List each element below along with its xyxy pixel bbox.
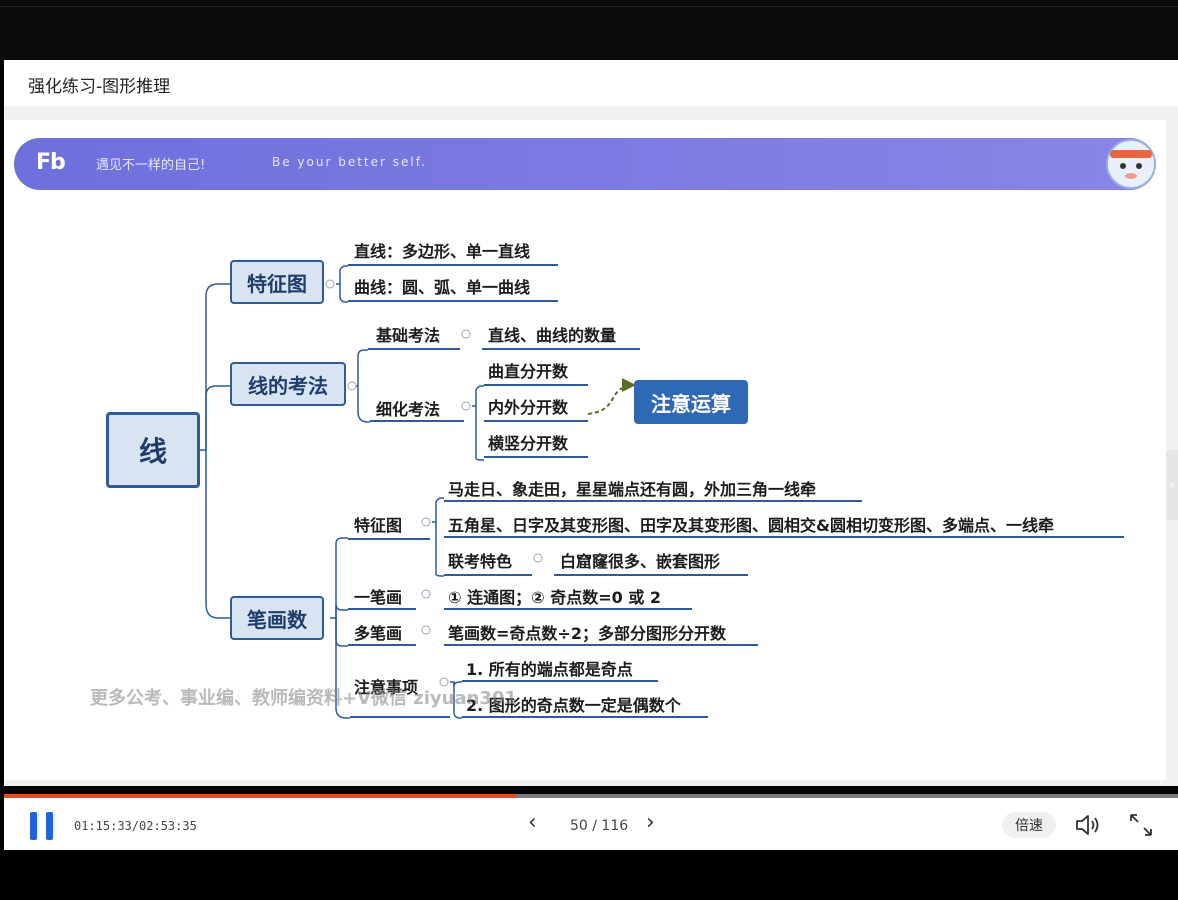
joint-exam-value: 白窟窿很多、嵌套图形 [560, 552, 721, 571]
branch-label: 特征图 [247, 271, 307, 296]
detail-method-label: 细化考法 [376, 400, 441, 419]
window-bottom-bar [0, 850, 1178, 900]
underline [348, 608, 416, 610]
page-indicator: 50 / 116 [570, 818, 629, 834]
underline [554, 574, 748, 576]
branch-label: 笔画数 [247, 607, 307, 632]
multi-stroke-label: 多笔画 [354, 624, 403, 643]
underline [444, 536, 1124, 538]
underline [444, 608, 692, 610]
underline [484, 384, 588, 386]
underline [444, 644, 758, 646]
next-page-button[interactable]: › [646, 810, 655, 835]
fullscreen-icon[interactable] [1128, 812, 1154, 838]
root-label: 线 [138, 435, 167, 468]
stroke-feature-item-1: 马走日、象走田，星星端点还有圆，外加三角一线牵 [448, 480, 817, 499]
basic-method-label: 基础考法 [376, 326, 441, 345]
underline [462, 716, 708, 718]
underline [350, 716, 450, 718]
player-controls: 01:15:33/02:53:35 ‹ 50 / 116 › 倍速 [4, 798, 1178, 850]
detail-item-curve-straight: 曲直分开数 [488, 362, 569, 381]
time-display: 01:15:33/02:53:35 [74, 819, 197, 833]
multi-stroke-value: 笔画数=奇点数÷2；多部分图形分开数 [448, 624, 726, 643]
pause-button[interactable] [30, 812, 56, 840]
branch-stroke-count: 笔画数 [230, 596, 324, 640]
pause-icon [30, 812, 37, 840]
speed-label: 倍速 [1015, 818, 1043, 834]
attention-item-1: 1. 所有的端点都是奇点 [466, 660, 633, 679]
note-callout: 注意运算 [634, 380, 748, 424]
prev-page-button[interactable]: ‹ [528, 810, 537, 835]
mindmap-root-node: 线 [106, 412, 200, 488]
underline [370, 420, 464, 422]
underline [484, 456, 588, 458]
underline [444, 574, 532, 576]
underline [348, 538, 430, 540]
note-label: 注意运算 [651, 391, 731, 416]
branch-label: 线的考法 [248, 373, 328, 398]
feature-curve-line: 曲线：圆、弧、单一曲线 [354, 278, 531, 297]
chevron-right-icon: › [1169, 477, 1175, 493]
watermark: 更多公考、事业编、教师编资料+V微信 ziyuan301 [90, 688, 518, 709]
underline [462, 680, 658, 682]
speed-button[interactable]: 倍速 [1002, 812, 1056, 838]
detail-item-inner-outer: 内外分开数 [488, 398, 569, 417]
underline [348, 300, 558, 302]
feature-straight-line: 直线：多边形、单一直线 [354, 242, 531, 261]
pause-icon-bar [46, 812, 53, 840]
branch-feature-graph: 特征图 [230, 260, 324, 304]
joint-exam-label: 联考特色 [448, 552, 513, 571]
volume-icon[interactable] [1074, 812, 1102, 838]
underline [444, 500, 862, 502]
stroke-feature-label: 特征图 [354, 516, 403, 535]
underline [482, 348, 640, 350]
underline [484, 420, 588, 422]
underline [348, 264, 558, 266]
stroke-feature-item-2: 五角星、日字及其变形图、田字及其变形图、圆相交&圆相切变形图、多端点、一线牵 [448, 516, 1054, 535]
next-slide-tab[interactable]: › [1166, 450, 1178, 520]
underline [348, 644, 416, 646]
basic-method-value: 直线、曲线的数量 [488, 326, 617, 345]
one-stroke-value: ① 连通图；② 奇点数=0 或 2 [448, 588, 662, 607]
detail-item-horizontal-vertical: 横竖分开数 [488, 434, 569, 453]
one-stroke-label: 一笔画 [354, 588, 403, 607]
branch-line-methods: 线的考法 [230, 362, 346, 406]
underline [368, 348, 460, 350]
